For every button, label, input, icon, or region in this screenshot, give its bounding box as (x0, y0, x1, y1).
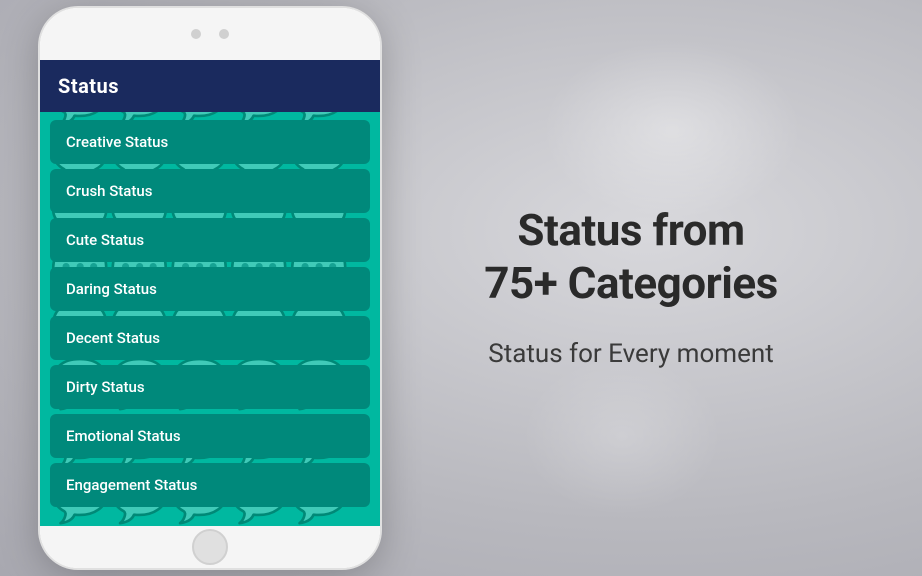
list-item-daring[interactable]: Daring Status (50, 267, 370, 311)
status-list: Creative Status Crush Status Cute Status Da… (40, 112, 380, 515)
home-button[interactable] (192, 529, 228, 565)
phone-mockup: 💬💬💬💬💬💬💬💬💬💬💬💬💬💬💬💬💬💬💬💬💬💬💬💬💬💬💬💬💬💬💬💬💬💬💬💬💬💬💬💬… (40, 8, 380, 568)
right-section: Status from75+ Categories Status for Eve… (340, 204, 922, 371)
phone-top-bar (40, 8, 380, 60)
list-item-emotional[interactable]: Emotional Status (50, 414, 370, 458)
list-item-engagement[interactable]: Engagement Status (50, 463, 370, 507)
list-item-cute[interactable]: Cute Status (50, 218, 370, 262)
list-item-decent[interactable]: Decent Status (50, 316, 370, 360)
phone-bottom (40, 526, 380, 568)
list-item-dirty[interactable]: Dirty Status (50, 365, 370, 409)
main-heading: Status from75+ Categories (484, 204, 777, 310)
app-header: Status (40, 60, 380, 112)
camera-dot-left (191, 29, 201, 39)
app-title: Status (58, 74, 119, 98)
list-item-creative[interactable]: Creative Status (50, 120, 370, 164)
list-item-crush[interactable]: Crush Status (50, 169, 370, 213)
camera-dot-right (219, 29, 229, 39)
phone-screen: 💬💬💬💬💬💬💬💬💬💬💬💬💬💬💬💬💬💬💬💬💬💬💬💬💬💬💬💬💬💬💬💬💬💬💬💬💬💬💬💬… (40, 60, 380, 526)
sub-heading: Status for Every moment (488, 338, 773, 372)
